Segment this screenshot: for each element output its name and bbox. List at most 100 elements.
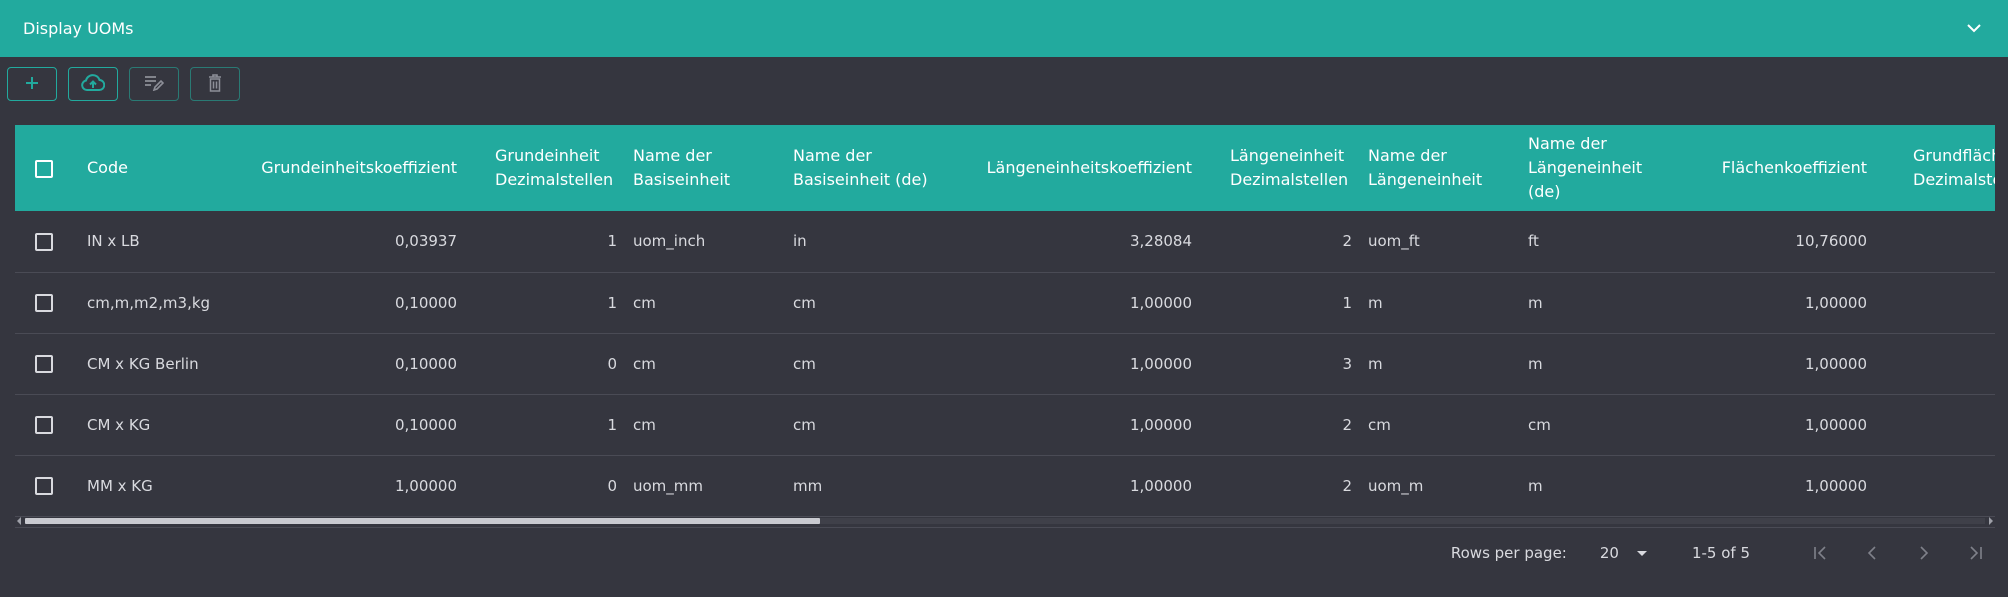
cell-nb: cm bbox=[633, 354, 656, 373]
cell-gk: 1,00000 bbox=[394, 476, 457, 495]
edit-list-icon bbox=[144, 75, 165, 94]
cell-ld: 2 bbox=[1342, 232, 1352, 251]
cell-lk: 1,00000 bbox=[1129, 476, 1192, 495]
cell-gk: 0,10000 bbox=[394, 415, 457, 434]
scrollbar-thumb[interactable] bbox=[25, 518, 820, 524]
column-header-flaechenkoeffizient[interactable]: Flächenkoeffizient bbox=[1680, 125, 1875, 211]
table-footer-divider bbox=[15, 527, 1995, 528]
cell-lk: 1,00000 bbox=[1129, 293, 1192, 312]
column-header-name-basiseinheit[interactable]: Name der Basiseinheit bbox=[625, 125, 785, 211]
cell-gk: 0,03937 bbox=[394, 232, 457, 251]
select-all-cell bbox=[15, 125, 79, 211]
table-row[interactable]: IN x LB 0,03937 1 uom_inch in 3,28084 2 uom_ft f… bbox=[15, 211, 1995, 272]
pagination: Rows per page: 20 1-5 of 5 bbox=[1451, 540, 1990, 566]
row-select-cell bbox=[15, 272, 79, 333]
cell-gd: 1 bbox=[607, 293, 617, 312]
column-header-grundeinheitskoeffizient[interactable]: Grundeinheitskoeffizient bbox=[239, 125, 465, 211]
cell-ld: 2 bbox=[1342, 476, 1352, 495]
cell-fk: 1,00000 bbox=[1804, 293, 1867, 312]
section-title: Display UOMs bbox=[23, 19, 134, 38]
cell-nlde: m bbox=[1528, 354, 1543, 373]
cell-fk: 1,00000 bbox=[1804, 354, 1867, 373]
row-select-cell bbox=[15, 333, 79, 394]
row-select-cell bbox=[15, 211, 79, 272]
first-page-icon bbox=[1814, 546, 1826, 560]
scroll-left-arrow-icon[interactable] bbox=[17, 517, 21, 525]
cell-fd bbox=[1875, 333, 1995, 394]
first-page-button[interactable] bbox=[1806, 540, 1834, 566]
edit-button[interactable] bbox=[129, 67, 179, 101]
cell-lk: 3,28084 bbox=[1129, 232, 1192, 251]
row-checkbox[interactable] bbox=[35, 476, 53, 495]
column-header-laengeneinheitskoeffizient[interactable]: Längeneinheitskoeffizient bbox=[940, 125, 1200, 211]
cell-nlde: m bbox=[1528, 476, 1543, 495]
cell-lk: 1,00000 bbox=[1129, 354, 1192, 373]
cell-gk: 0,10000 bbox=[394, 354, 457, 373]
cell-ld: 2 bbox=[1342, 415, 1352, 434]
cell-fd bbox=[1875, 272, 1995, 333]
cell-nl: m bbox=[1368, 354, 1383, 373]
cloud-upload-icon bbox=[81, 73, 106, 95]
horizontal-scrollbar[interactable] bbox=[15, 515, 1995, 527]
cell-nb: uom_inch bbox=[633, 232, 706, 251]
cell-lk: 1,00000 bbox=[1129, 415, 1192, 434]
previous-page-button[interactable] bbox=[1858, 540, 1886, 566]
cell-nlde: ft bbox=[1528, 232, 1539, 251]
row-checkbox[interactable] bbox=[35, 354, 53, 373]
last-page-button[interactable] bbox=[1962, 540, 1990, 566]
column-header-grundeinheit-dezimalstellen[interactable]: Grundeinheit Dezimalstellen bbox=[465, 125, 625, 211]
cell-nl: m bbox=[1368, 293, 1383, 312]
cell-gd: 0 bbox=[607, 354, 617, 373]
next-page-button[interactable] bbox=[1910, 540, 1938, 566]
cell-gd: 1 bbox=[607, 232, 617, 251]
section-header[interactable]: Display UOMs bbox=[0, 0, 2008, 57]
cell-fk: 1,00000 bbox=[1804, 476, 1867, 495]
cell-fd bbox=[1875, 455, 1995, 516]
table-header-row: Code Grundeinheitskoeffizient Grundeinhe… bbox=[15, 125, 1995, 211]
chevron-right-icon bbox=[1920, 546, 1929, 560]
select-all-checkbox[interactable] bbox=[35, 159, 53, 178]
rows-per-page-value: 20 bbox=[1599, 544, 1619, 562]
column-header-name-laengeneinheit-de[interactable]: Name der Längeneinheit (de) bbox=[1520, 125, 1680, 211]
uom-table: Code Grundeinheitskoeffizient Grundeinhe… bbox=[15, 125, 1995, 517]
add-button[interactable] bbox=[7, 67, 57, 101]
chevron-down-icon[interactable] bbox=[1964, 19, 1984, 39]
cell-nb: uom_mm bbox=[633, 476, 704, 495]
cell-code: CM x KG bbox=[87, 415, 151, 434]
cell-nl: cm bbox=[1368, 415, 1391, 434]
plus-icon bbox=[24, 75, 40, 94]
cell-gd: 0 bbox=[607, 476, 617, 495]
table-row[interactable]: CM x KG 0,10000 1 cm cm 1,00000 2 cm cm 1,00000 bbox=[15, 394, 1995, 455]
rows-per-page-select[interactable]: 20 bbox=[1600, 544, 1647, 562]
cell-ld: 1 bbox=[1342, 293, 1352, 312]
column-header-code[interactable]: Code bbox=[79, 125, 239, 211]
last-page-icon bbox=[1970, 546, 1982, 560]
row-checkbox[interactable] bbox=[35, 415, 53, 434]
chevron-left-icon bbox=[1867, 546, 1876, 560]
column-header-laengeneinheit-dezimalstellen[interactable]: Längeneinheit Dezimalstellen bbox=[1200, 125, 1360, 211]
column-header-grundflaeche-dezimalstellen[interactable]: Grundfläche Dezimalstellen bbox=[1875, 125, 1995, 211]
table-row[interactable]: CM x KG Berlin 0,10000 0 cm cm 1,00000 3 m m 1,00… bbox=[15, 333, 1995, 394]
cell-nl: uom_m bbox=[1368, 476, 1424, 495]
scroll-right-arrow-icon[interactable] bbox=[1989, 517, 1993, 525]
row-checkbox[interactable] bbox=[35, 293, 53, 312]
cell-nbde: cm bbox=[793, 415, 816, 434]
cell-nl: uom_ft bbox=[1368, 232, 1420, 251]
column-header-name-laengeneinheit[interactable]: Name der Längeneinheit bbox=[1360, 125, 1520, 211]
cell-ld: 3 bbox=[1342, 354, 1352, 373]
delete-button[interactable] bbox=[190, 67, 240, 101]
toolbar bbox=[7, 67, 240, 101]
cell-nbde: in bbox=[793, 232, 807, 251]
cell-gd: 1 bbox=[607, 415, 617, 434]
cell-nbde: cm bbox=[793, 293, 816, 312]
cell-code: CM x KG Berlin bbox=[87, 354, 199, 373]
upload-button[interactable] bbox=[68, 67, 118, 101]
cell-nbde: mm bbox=[793, 476, 823, 495]
table-row[interactable]: cm,m,m2,m3,kg 0,10000 1 cm cm 1,00000 1 m m 1,000… bbox=[15, 272, 1995, 333]
table-row[interactable]: MM x KG 1,00000 0 uom_mm mm 1,00000 2 uom_m m 1,0… bbox=[15, 455, 1995, 516]
trash-icon bbox=[208, 73, 222, 95]
row-checkbox[interactable] bbox=[35, 232, 53, 251]
cell-nlde: cm bbox=[1528, 415, 1551, 434]
cell-fd bbox=[1875, 394, 1995, 455]
column-header-name-basiseinheit-de[interactable]: Name der Basiseinheit (de) bbox=[785, 125, 940, 211]
